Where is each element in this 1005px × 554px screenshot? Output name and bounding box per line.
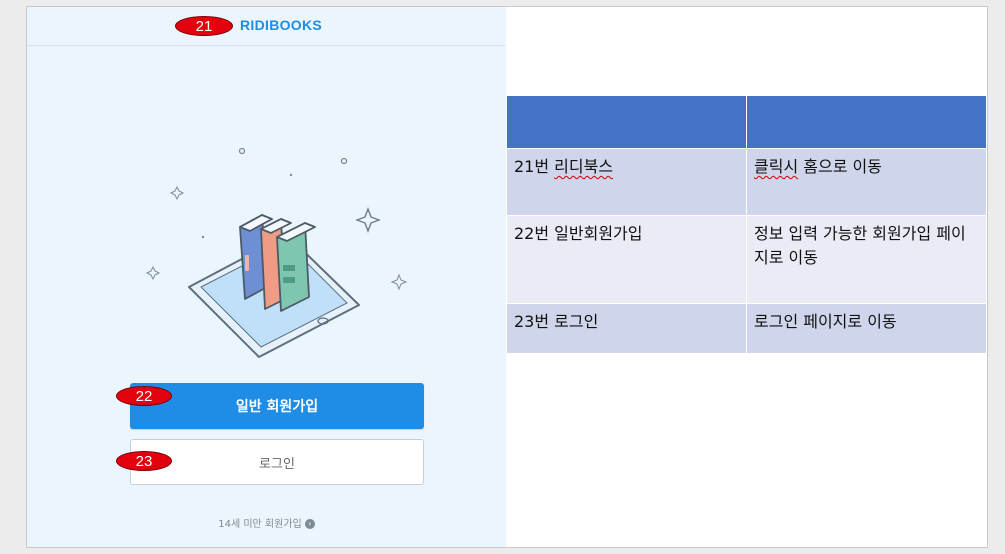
minor-signup-link[interactable]: 14세 미만 회원가입 › (27, 515, 506, 530)
table-header-row (506, 95, 987, 149)
annotation-badge-21: 21 (175, 16, 233, 36)
books-illustration (145, 147, 408, 358)
table-row: 22번 일반회원가입 정보 입력 가능한 회원가입 페이지로 이동 (506, 215, 987, 304)
table-header-cell (746, 95, 987, 149)
table-row: 21번 리디북스 클릭시 홈으로 이동 (506, 148, 987, 216)
row-description-a: 로그인 페이지로 이동 (754, 312, 897, 331)
row-item: 일반회원가입 (554, 224, 643, 243)
annotation-badge-23: 23 (116, 451, 172, 471)
row-item: 로그인 (554, 312, 599, 331)
row-number: 21번 (514, 157, 555, 176)
row-description-b: 홈으로 이동 (798, 157, 882, 176)
row-number: 22번 (514, 224, 555, 243)
annotation-badge-22: 22 (116, 386, 172, 406)
row-description-a: 정보 입력 가능한 회원가입 페이지로 이동 (754, 224, 966, 267)
table-cell-description: 로그인 페이지로 이동 (746, 303, 987, 354)
table-row: 23번 로그인 로그인 페이지로 이동 (506, 303, 987, 354)
app-header: RIDIBOOKS (27, 7, 506, 46)
row-description-a: 클릭시 (754, 157, 799, 176)
table-cell-item: 23번 로그인 (506, 303, 747, 354)
table-header-cell (506, 95, 747, 149)
table-cell-description: 클릭시 홈으로 이동 (746, 148, 987, 216)
table-cell-description: 정보 입력 가능한 회원가입 페이지로 이동 (746, 215, 987, 304)
minor-signup-label: 14세 미만 회원가입 (218, 519, 302, 530)
row-item: 리디북스 (554, 157, 614, 176)
phone-screen: RIDIBOOKS 일반 회원가입 로그인 14세 미만 회원가입 › (27, 7, 506, 547)
table-cell-item: 22번 일반회원가입 (506, 215, 747, 304)
table-cell-item: 21번 리디북스 (506, 148, 747, 216)
ridibooks-logo[interactable]: RIDIBOOKS (240, 17, 322, 33)
description-table: 21번 리디북스 클릭시 홈으로 이동 22번 일반회원가입 정보 입력 가능한… (506, 95, 987, 354)
row-number: 23번 (514, 312, 555, 331)
login-button[interactable]: 로그인 (130, 439, 424, 485)
signup-button[interactable]: 일반 회원가입 (130, 383, 424, 429)
chevron-right-icon: › (304, 519, 315, 529)
